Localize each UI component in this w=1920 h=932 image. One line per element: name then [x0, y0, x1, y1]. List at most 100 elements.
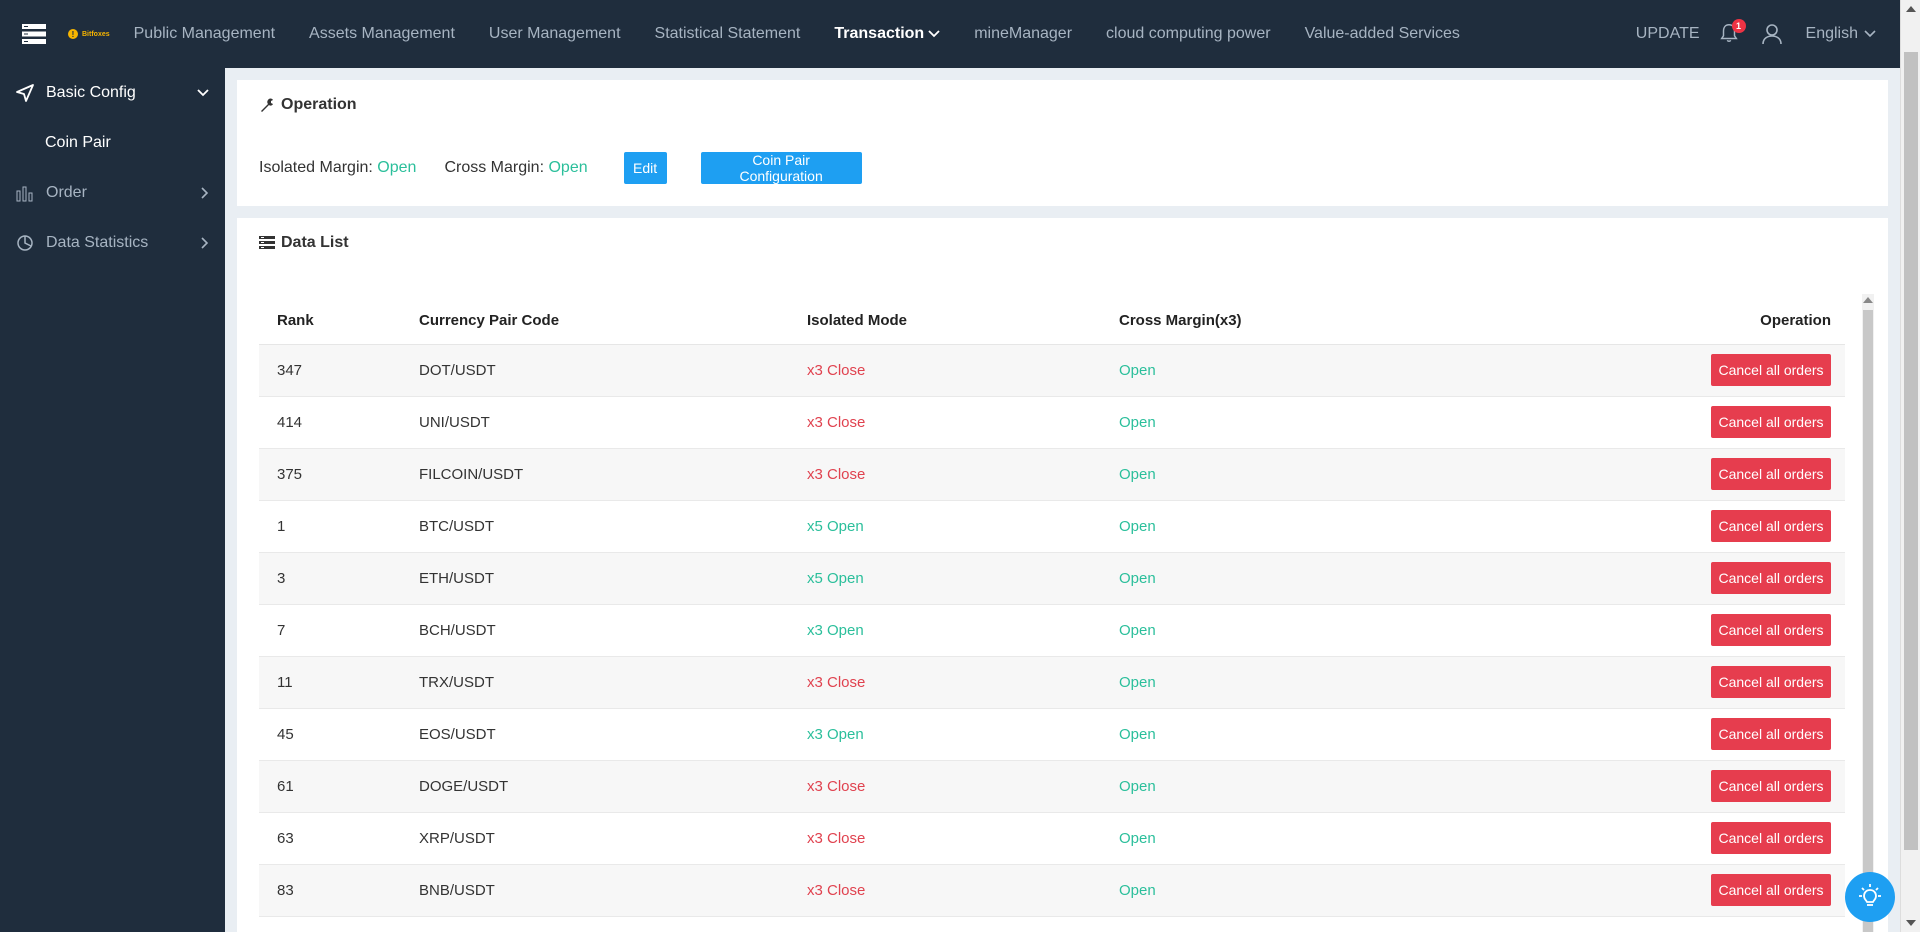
- cancel-all-orders-button[interactable]: Cancel all orders: [1711, 666, 1831, 698]
- sidebar-item-order[interactable]: Order: [0, 168, 225, 218]
- cancel-all-orders-button[interactable]: Cancel all orders: [1711, 458, 1831, 490]
- cell-operation: Cancel all orders: [1519, 760, 1845, 813]
- cancel-all-orders-button[interactable]: Cancel all orders: [1711, 510, 1831, 542]
- nav-transaction-label: Transaction: [834, 25, 925, 42]
- sidebar: Basic Config Coin Pair Order Data Statis…: [0, 68, 225, 932]
- cell-operation: Cancel all orders: [1519, 812, 1845, 865]
- notifications-button[interactable]: 1: [1718, 19, 1746, 46]
- nav-user-management[interactable]: User Management: [489, 25, 621, 43]
- lightbulb-icon: [1859, 884, 1881, 906]
- sidebar-item-label: Order: [46, 184, 87, 201]
- cancel-all-orders-button[interactable]: Cancel all orders: [1711, 822, 1831, 854]
- logo-coin-icon: !: [68, 29, 78, 39]
- cancel-all-orders-button[interactable]: Cancel all orders: [1711, 614, 1831, 646]
- menu-toggle-button[interactable]: [0, 0, 68, 68]
- language-selector[interactable]: English: [1806, 25, 1876, 43]
- table-row: 83 BNB/USDT x3 Close Open Cancel all orders: [259, 864, 1845, 917]
- nav-cloud-computing-power[interactable]: cloud computing power: [1106, 25, 1271, 43]
- scroll-up-arrow-icon[interactable]: [1863, 297, 1873, 303]
- cell-isolated-mode: x3 Close: [807, 864, 1119, 917]
- cancel-all-orders-button[interactable]: Cancel all orders: [1711, 562, 1831, 594]
- notification-badge: 1: [1731, 19, 1746, 33]
- chevron-down-icon: [1864, 30, 1876, 38]
- cell-pair: UNI/USDT: [419, 396, 807, 449]
- wrench-icon: [261, 98, 273, 112]
- send-icon: [14, 82, 36, 104]
- table-header-row: Rank Currency Pair Code Isolated Mode Cr…: [259, 298, 1845, 345]
- cell-isolated-mode: x3 Open: [807, 604, 1119, 657]
- table-row: 63 XRP/USDT x3 Close Open Cancel all orders: [259, 812, 1845, 865]
- bar-chart-icon: [14, 182, 36, 204]
- table-row: 7 BCH/USDT x3 Open Open Cancel all orders: [259, 604, 1845, 657]
- cell-isolated-mode: x3 Close: [807, 396, 1119, 449]
- cell-operation: Cancel all orders: [1519, 604, 1845, 657]
- cell-isolated-mode: x5 Open: [807, 552, 1119, 605]
- cell-isolated-mode: x3 Close: [807, 812, 1119, 865]
- cell-cross-margin: Open: [1119, 448, 1519, 501]
- brand-logo[interactable]: ! Bitfoxes: [68, 29, 110, 39]
- nav-transaction[interactable]: Transaction: [834, 25, 940, 43]
- operation-title: Operation: [259, 96, 357, 114]
- nav-mine-manager[interactable]: mineManager: [974, 25, 1072, 43]
- nav-statistical-statement[interactable]: Statistical Statement: [655, 25, 801, 43]
- table-scrollbar[interactable]: [1862, 294, 1874, 932]
- cell-cross-margin: Open: [1119, 656, 1519, 709]
- cell-rank: 63: [259, 812, 419, 865]
- cancel-all-orders-button[interactable]: Cancel all orders: [1711, 718, 1831, 750]
- cell-operation: Cancel all orders: [1519, 552, 1845, 605]
- sidebar-item-data-statistics[interactable]: Data Statistics: [0, 218, 225, 268]
- sidebar-item-basic-config[interactable]: Basic Config: [0, 68, 225, 118]
- column-header-rank[interactable]: Rank: [259, 298, 419, 345]
- sidebar-item-coin-pair[interactable]: Coin Pair: [0, 118, 225, 168]
- cell-cross-margin: Open: [1119, 708, 1519, 761]
- scroll-up-arrow-icon[interactable]: [1906, 6, 1916, 12]
- cancel-all-orders-button[interactable]: Cancel all orders: [1711, 874, 1831, 906]
- page-scrollbar[interactable]: [1900, 0, 1920, 932]
- help-button[interactable]: [1845, 872, 1895, 922]
- cell-rank: 375: [259, 448, 419, 501]
- column-header-pair[interactable]: Currency Pair Code: [419, 298, 807, 345]
- update-button[interactable]: UPDATE: [1636, 25, 1700, 43]
- chevron-right-icon: [201, 187, 209, 199]
- edit-button[interactable]: Edit: [623, 152, 667, 184]
- table-scrollbar-thumb[interactable]: [1863, 310, 1873, 932]
- cell-isolated-mode: x3 Close: [807, 760, 1119, 813]
- column-header-isolated[interactable]: Isolated Mode: [807, 298, 1119, 345]
- cell-isolated-mode: x3 Close: [807, 448, 1119, 501]
- cell-pair: FILCOIN/USDT: [419, 448, 807, 501]
- cell-cross-margin: Open: [1119, 812, 1519, 865]
- cancel-all-orders-button[interactable]: Cancel all orders: [1711, 354, 1831, 386]
- cell-operation: Cancel all orders: [1519, 656, 1845, 709]
- table-row: 414 UNI/USDT x3 Close Open Cancel all orders: [259, 396, 1845, 449]
- nav-assets-management[interactable]: Assets Management: [309, 25, 455, 43]
- cell-pair: ETH/USDT: [419, 552, 807, 605]
- page-scrollbar-thumb[interactable]: [1904, 52, 1918, 850]
- data-list-panel: Data List Rank Currency Pair Code Isolat…: [237, 218, 1888, 932]
- data-table: Rank Currency Pair Code Isolated Mode Cr…: [259, 298, 1845, 917]
- logo-text: Bitfoxes: [82, 30, 110, 38]
- cell-isolated-mode: x5 Open: [807, 500, 1119, 553]
- coin-pair-configuration-button[interactable]: Coin Pair Configuration: [700, 152, 862, 184]
- cell-rank: 83: [259, 864, 419, 917]
- user-icon[interactable]: [1760, 22, 1784, 46]
- cell-pair: XRP/USDT: [419, 812, 807, 865]
- scroll-down-arrow-icon[interactable]: [1906, 920, 1916, 926]
- chevron-down-icon: [928, 30, 940, 38]
- nav-value-added-services[interactable]: Value-added Services: [1305, 25, 1460, 43]
- nav-public-management[interactable]: Public Management: [134, 25, 275, 43]
- cell-pair: DOT/USDT: [419, 344, 807, 397]
- cell-cross-margin: Open: [1119, 760, 1519, 813]
- column-header-operation: Operation: [1519, 298, 1845, 345]
- cell-rank: 11: [259, 656, 419, 709]
- cell-rank: 3: [259, 552, 419, 605]
- chevron-down-icon: [197, 89, 209, 97]
- cancel-all-orders-button[interactable]: Cancel all orders: [1711, 770, 1831, 802]
- cell-rank: 7: [259, 604, 419, 657]
- chevron-right-icon: [201, 237, 209, 249]
- table-row: 61 DOGE/USDT x3 Close Open Cancel all orders: [259, 760, 1845, 813]
- cell-cross-margin: Open: [1119, 500, 1519, 553]
- cancel-all-orders-button[interactable]: Cancel all orders: [1711, 406, 1831, 438]
- column-header-cross[interactable]: Cross Margin(x3): [1119, 298, 1519, 345]
- cell-rank: 61: [259, 760, 419, 813]
- cell-cross-margin: Open: [1119, 344, 1519, 397]
